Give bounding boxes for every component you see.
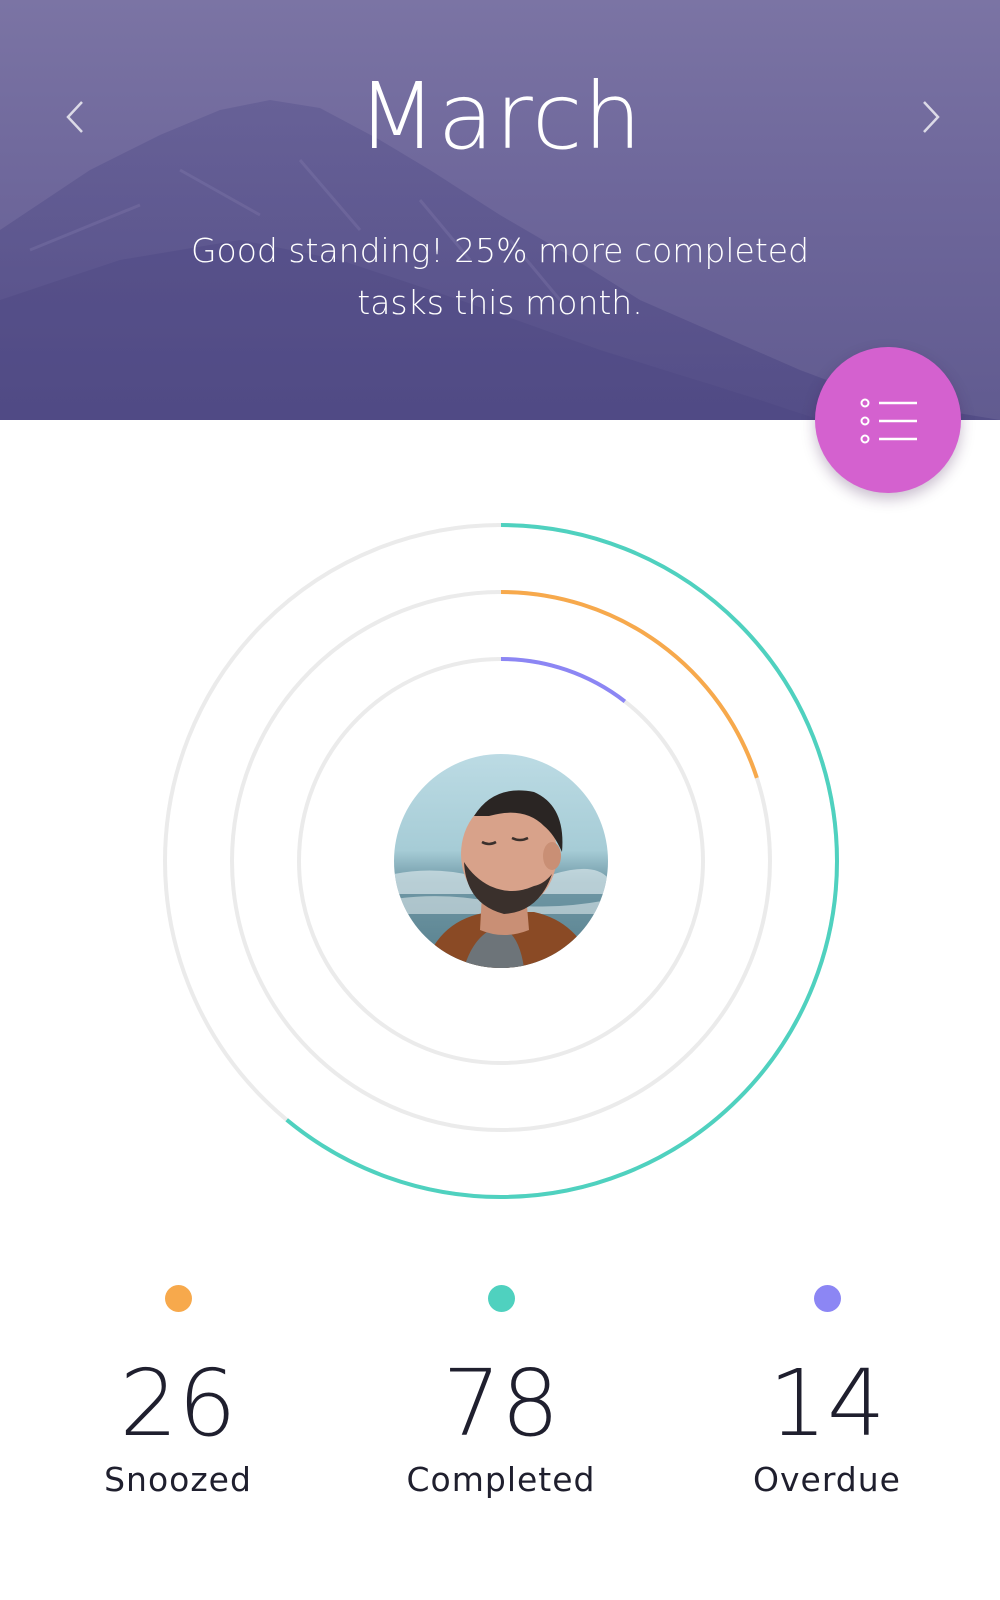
month-title: March bbox=[357, 63, 643, 170]
completed-legend-dot bbox=[487, 1285, 515, 1312]
stat-overdue: 14 Overdue bbox=[697, 1285, 957, 1500]
snoozed-legend-dot bbox=[164, 1285, 192, 1312]
stat-snoozed: 26 Snoozed bbox=[48, 1285, 308, 1500]
summary-line-1: Good standing! 25% more completed bbox=[190, 231, 810, 270]
snoozed-label: Snoozed bbox=[104, 1460, 252, 1499]
standing-summary: Good standing! 25% more completed tasks … bbox=[160, 225, 840, 329]
summary-line-2: tasks this month. bbox=[357, 283, 643, 322]
avatar-photo bbox=[394, 754, 608, 968]
next-month-button[interactable] bbox=[910, 92, 950, 142]
overdue-count: 14 bbox=[768, 1350, 886, 1457]
avatar bbox=[394, 754, 608, 968]
completed-label: Completed bbox=[406, 1460, 596, 1499]
overdue-legend-dot bbox=[813, 1285, 841, 1312]
completed-count: 78 bbox=[442, 1350, 560, 1457]
chevron-right-icon bbox=[923, 101, 940, 133]
overdue-label: Overdue bbox=[753, 1460, 901, 1499]
stat-completed: 78 Completed bbox=[371, 1285, 631, 1500]
screen: March Good standing! 25% more completed … bbox=[0, 0, 1000, 1600]
snoozed-count: 26 bbox=[119, 1350, 237, 1457]
list-icon bbox=[860, 398, 917, 444]
task-list-button[interactable] bbox=[815, 347, 961, 493]
